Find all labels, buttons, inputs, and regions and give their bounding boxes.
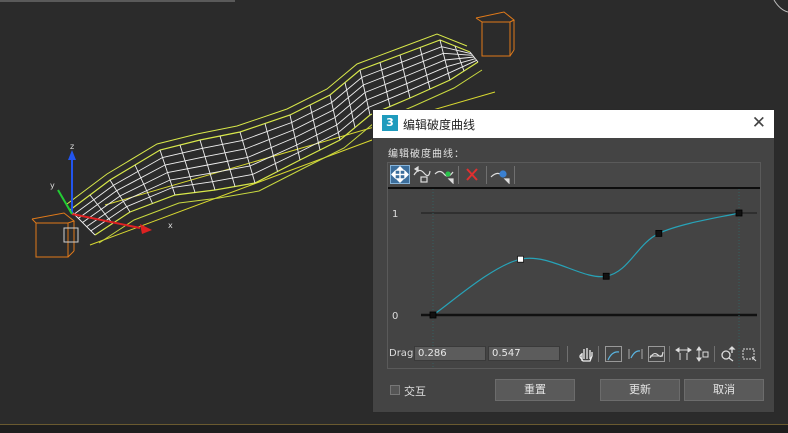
cancel-button[interactable]: 取消: [684, 379, 764, 401]
svg-text:z: z: [70, 142, 74, 151]
scale-keys-icon[interactable]: [412, 165, 432, 184]
app-logo-icon: 3: [382, 115, 398, 131]
add-point-icon[interactable]: [434, 165, 454, 185]
curve-section-label: 编辑破度曲线：: [388, 149, 465, 160]
dialog-titlebar[interactable]: 3 编辑破度曲线 ✕: [373, 110, 774, 138]
curve-point[interactable]: [429, 311, 437, 319]
move-keys-icon[interactable]: [390, 165, 410, 184]
zoom-vertical-icon[interactable]: [694, 346, 711, 362]
value-row: Drag 0.286 0.547: [387, 346, 761, 364]
curve-graph[interactable]: 10: [388, 189, 760, 368]
y-axis-label: 1: [392, 209, 398, 220]
curve-editor-panel: 10: [387, 162, 761, 369]
toolbar-separator: [714, 346, 715, 362]
transform-gizmo[interactable]: z x y: [50, 142, 173, 234]
drag-label: Drag: [389, 348, 414, 359]
update-button[interactable]: 更新: [600, 379, 680, 401]
zoom-icon[interactable]: [720, 346, 737, 362]
toolbar-separator: [567, 346, 568, 362]
falloff-curve[interactable]: [432, 212, 740, 316]
path-spline-2: [89, 139, 373, 246]
curve-point[interactable]: [655, 230, 663, 237]
zoom-extents-icon[interactable]: [605, 346, 622, 362]
toolbar-separator: [598, 346, 599, 362]
pan-hand-icon[interactable]: [578, 346, 595, 362]
zoom-all-icon[interactable]: [648, 346, 665, 362]
curve-toolbar: [388, 163, 760, 189]
value-field[interactable]: 0.547: [488, 346, 560, 361]
gizmo-box-end: [475, 11, 515, 57]
delete-point-icon[interactable]: [462, 165, 482, 184]
svg-text:y: y: [50, 181, 55, 190]
close-icon[interactable]: ✕: [752, 113, 766, 133]
zoom-selected-icon[interactable]: [627, 346, 644, 362]
toolbar-separator: [486, 166, 487, 184]
dialog-title: 编辑破度曲线: [403, 118, 476, 132]
interactive-label: 交互: [404, 385, 426, 398]
interactive-checkbox[interactable]: [390, 385, 400, 395]
gizmo-box-start: [31, 212, 79, 258]
curve-point[interactable]: [602, 272, 610, 280]
svg-text:x: x: [168, 221, 173, 230]
toolbar-separator: [514, 166, 515, 184]
bezier-corner-icon[interactable]: [490, 165, 510, 185]
curve-point-selected[interactable]: [517, 255, 524, 263]
y-axis-label: 0: [392, 311, 398, 322]
toolbar-separator: [669, 346, 670, 362]
edit-curve-dialog: 3 编辑破度曲线 ✕ 编辑破度曲线： 1 0 Drag 0.286 0.547 …: [372, 109, 775, 413]
toolbar-separator: [458, 166, 459, 184]
position-field[interactable]: 0.286: [414, 346, 486, 361]
curve-point[interactable]: [735, 209, 743, 217]
zoom-horizontal-icon[interactable]: [675, 346, 692, 362]
zoom-region-icon[interactable]: [741, 346, 758, 362]
reset-button[interactable]: 重置: [495, 379, 575, 401]
